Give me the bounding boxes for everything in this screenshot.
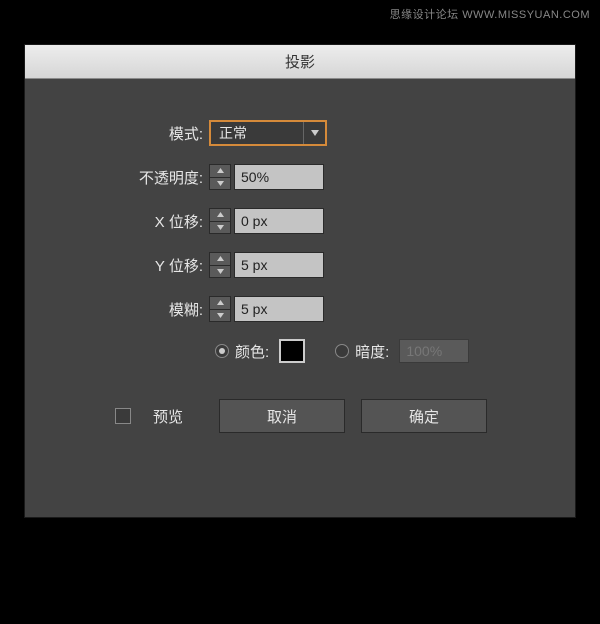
dialog-content: 模式: 正常 不透明度: 50% X 位移: 0 px [25,79,575,453]
mode-row: 模式: 正常 [25,119,515,147]
blur-row: 模糊: 5 px [25,295,515,323]
color-darkness-row: 颜色: 暗度: 100% [25,339,515,363]
darkness-radio-label: 暗度: [355,341,389,362]
stepper-up-icon[interactable] [210,209,230,222]
opacity-input[interactable]: 50% [234,164,324,190]
blur-label: 模糊: [25,299,209,320]
color-radio-label: 颜色: [235,341,269,362]
stepper-down-icon[interactable] [210,222,230,234]
color-radio[interactable] [215,344,229,358]
stepper-up-icon[interactable] [210,165,230,178]
dialog-title: 投影 [285,51,315,72]
color-swatch[interactable] [279,339,305,363]
y-offset-input[interactable]: 5 px [234,252,324,278]
darkness-input: 100% [399,339,469,363]
blur-input[interactable]: 5 px [234,296,324,322]
mode-label: 模式: [25,123,209,144]
stepper-down-icon[interactable] [210,266,230,278]
preview-label: 预览 [153,406,183,427]
y-offset-label: Y 位移: [25,255,209,276]
blur-stepper[interactable] [209,296,231,322]
stepper-up-icon[interactable] [210,253,230,266]
watermark-text: 思缘设计论坛 WWW.MISSYUAN.COM [390,6,590,22]
x-offset-stepper[interactable] [209,208,231,234]
stepper-down-icon[interactable] [210,178,230,190]
stepper-up-icon[interactable] [210,297,230,310]
cancel-button[interactable]: 取消 [219,399,345,433]
stepper-down-icon[interactable] [210,310,230,322]
chevron-down-icon [303,122,325,144]
drop-shadow-dialog: 投影 模式: 正常 不透明度: 50% X 位移: [24,44,576,518]
mode-dropdown[interactable]: 正常 [209,120,327,146]
x-offset-row: X 位移: 0 px [25,207,515,235]
dialog-titlebar: 投影 [25,45,575,79]
x-offset-input[interactable]: 0 px [234,208,324,234]
opacity-row: 不透明度: 50% [25,163,515,191]
x-offset-label: X 位移: [25,211,209,232]
y-offset-stepper[interactable] [209,252,231,278]
mode-dropdown-value: 正常 [211,123,303,143]
y-offset-row: Y 位移: 5 px [25,251,515,279]
darkness-radio[interactable] [335,344,349,358]
opacity-stepper[interactable] [209,164,231,190]
opacity-label: 不透明度: [25,167,209,188]
ok-button[interactable]: 确定 [361,399,487,433]
preview-checkbox[interactable] [115,408,131,424]
button-row: 预览 取消 确定 [25,399,515,433]
